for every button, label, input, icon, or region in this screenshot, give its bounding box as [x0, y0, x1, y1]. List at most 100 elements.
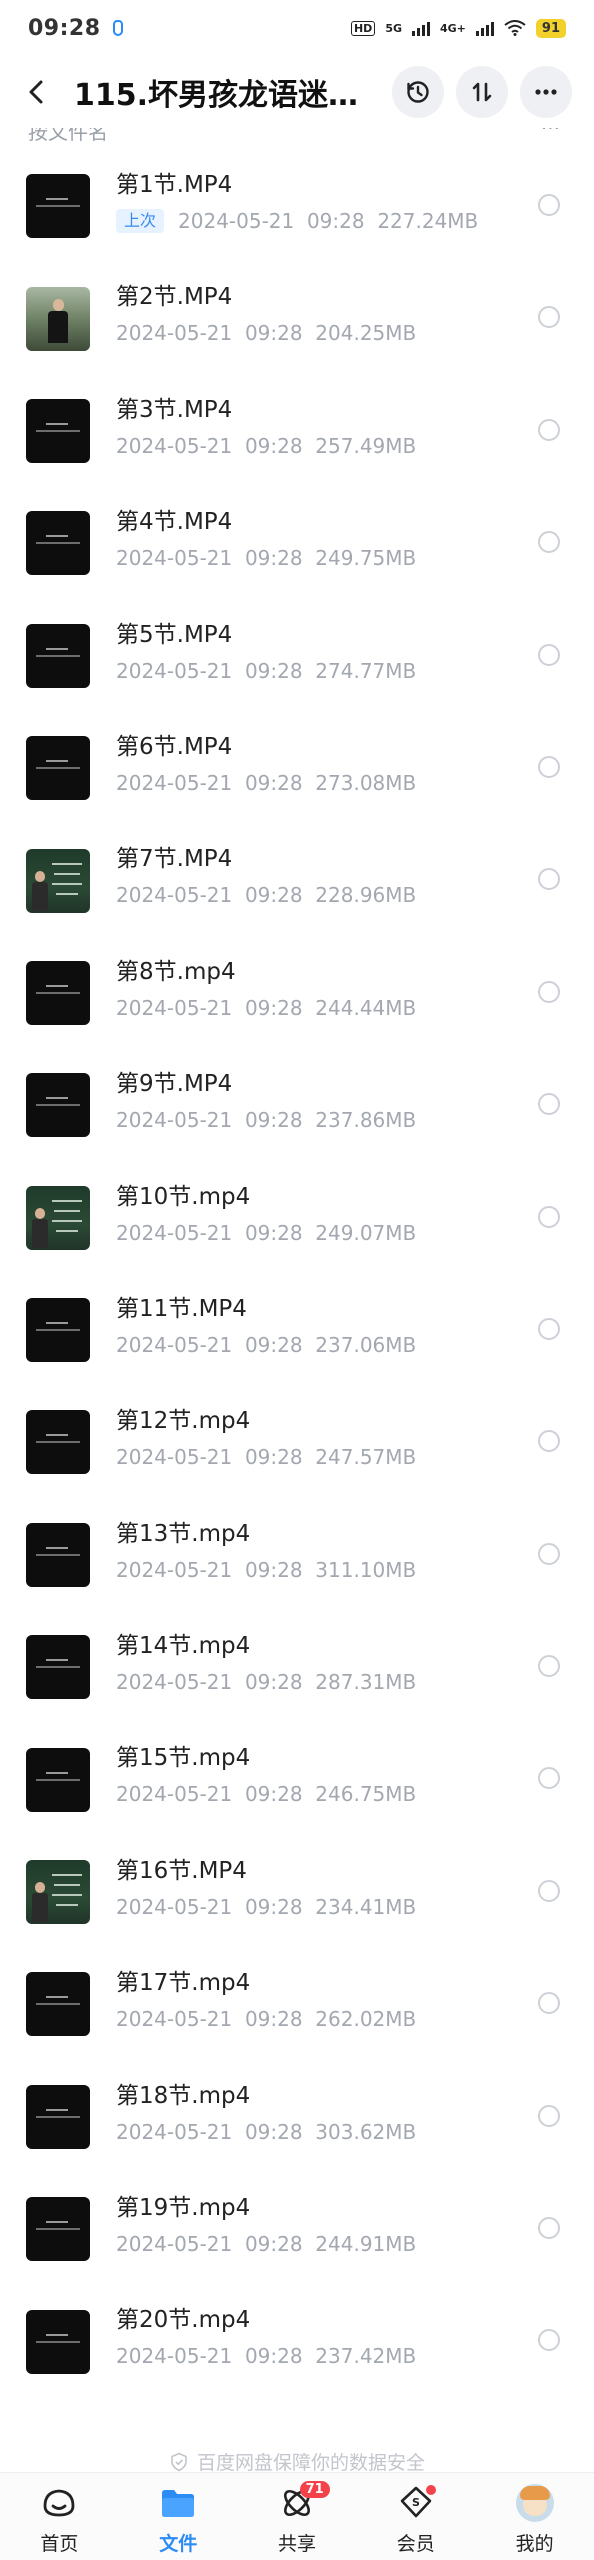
sort-bar[interactable]: 按文件名 ··· — [0, 128, 594, 150]
file-meta-text: 2024-05-21 09:28 257.49MB — [116, 433, 417, 458]
file-row[interactable]: 第10节.mp4 2024-05-21 09:28 249.07MB — [0, 1162, 594, 1274]
file-row[interactable]: 第19节.mp4 2024-05-21 09:28 244.91MB — [0, 2173, 594, 2285]
file-meta: 2024-05-21 09:28 311.10MB — [116, 1557, 416, 1583]
select-checkbox[interactable] — [538, 531, 560, 554]
select-checkbox[interactable] — [538, 194, 560, 216]
select-checkbox[interactable] — [538, 2217, 560, 2240]
file-row[interactable]: 第1节.MP4 上次 2024-05-21 09:28 227.24MB — [0, 150, 594, 262]
file-name: 第6节.MP4 — [116, 733, 233, 760]
status-bar: 09:28 HD 5G 4G+ 91 — [0, 0, 594, 56]
select-checkbox[interactable] — [538, 1542, 560, 1565]
tab-files-label: 文件 — [159, 2533, 198, 2555]
file-row[interactable]: 第5节.MP4 2024-05-21 09:28 274.77MB — [0, 600, 594, 712]
file-meta-text: 2024-05-21 09:28 244.91MB — [116, 2232, 417, 2257]
select-checkbox[interactable] — [538, 306, 560, 329]
status-right: HD 5G 4G+ 91 — [350, 18, 566, 38]
select-checkbox[interactable] — [538, 1430, 560, 1453]
file-meta-text: 2024-05-21 09:28 262.02MB — [116, 2007, 417, 2032]
file-name: 第1节.MP4 — [116, 172, 233, 198]
file-name: 第20节.mp4 — [116, 2307, 251, 2334]
history-button[interactable] — [392, 66, 444, 118]
select-checkbox[interactable] — [538, 1205, 560, 1228]
file-name: 第2节.MP4 — [116, 284, 233, 311]
file-info: 第6节.MP4 2024-05-21 09:28 273.08MB — [116, 732, 416, 796]
video-thumbnail — [26, 848, 90, 913]
file-row[interactable]: 第18节.mp4 2024-05-21 09:28 303.62MB — [0, 2061, 594, 2173]
file-info: 第13节.mp4 2024-05-21 09:28 311.10MB — [116, 1519, 416, 1583]
file-meta: 2024-05-21 09:28 228.96MB — [116, 882, 416, 908]
file-name: 第9节.MP4 — [116, 1071, 233, 1098]
file-row[interactable]: 第3节.MP4 2024-05-21 09:28 257.49MB — [0, 375, 594, 487]
select-checkbox[interactable] — [538, 1767, 560, 1790]
video-thumbnail — [26, 2309, 90, 2374]
select-checkbox[interactable] — [538, 2329, 560, 2352]
file-name: 第18节.mp4 — [116, 2082, 251, 2109]
share-badge: 71 — [299, 2481, 330, 2498]
file-row[interactable]: 第12节.mp4 2024-05-21 09:28 247.57MB — [0, 1386, 594, 1498]
select-checkbox[interactable] — [538, 1879, 560, 1902]
file-row[interactable]: 第7节.MP4 2024-05-21 09:28 228.96MB — [0, 824, 594, 936]
file-name: 第10节.mp4 — [116, 1183, 251, 1210]
home-icon — [39, 2483, 79, 2523]
file-meta-text: 2024-05-21 09:28 246.75MB — [116, 1782, 417, 1807]
select-checkbox[interactable] — [538, 1317, 560, 1340]
tab-share[interactable]: 71 共享 — [238, 2473, 357, 2560]
file-info: 第17节.mp4 2024-05-21 09:28 262.02MB — [116, 1968, 416, 2032]
select-checkbox[interactable] — [538, 1992, 560, 2015]
video-thumbnail — [26, 1073, 90, 1138]
file-row[interactable]: 第4节.MP4 2024-05-21 09:28 249.75MB — [0, 487, 594, 599]
sort-button[interactable] — [456, 66, 508, 118]
file-row[interactable]: 第16节.MP4 2024-05-21 09:28 234.41MB — [0, 1836, 594, 1948]
video-thumbnail — [26, 960, 90, 1025]
file-name: 第4节.MP4 — [116, 509, 233, 536]
folder-icon — [158, 2483, 198, 2523]
file-meta-text: 2024-05-21 09:28 228.96MB — [116, 883, 417, 908]
select-checkbox[interactable] — [538, 980, 560, 1003]
select-checkbox[interactable] — [538, 868, 560, 891]
file-meta: 2024-05-21 09:28 234.41MB — [116, 1894, 416, 1920]
select-checkbox[interactable] — [538, 643, 560, 666]
file-info: 第1节.MP4 上次 2024-05-21 09:28 227.24MB — [116, 170, 478, 234]
select-checkbox[interactable] — [538, 418, 560, 441]
tab-home[interactable]: 首页 — [0, 2473, 119, 2560]
file-meta: 2024-05-21 09:28 244.91MB — [116, 2231, 416, 2257]
video-thumbnail — [26, 1298, 90, 1363]
select-checkbox[interactable] — [538, 1655, 560, 1678]
file-name: 第17节.mp4 — [116, 1970, 251, 1997]
file-meta-text: 2024-05-21 09:28 237.06MB — [116, 1332, 417, 1357]
file-info: 第4节.MP4 2024-05-21 09:28 249.75MB — [116, 507, 416, 571]
tab-home-label: 首页 — [40, 2533, 79, 2555]
file-row[interactable]: 第6节.MP4 2024-05-21 09:28 273.08MB — [0, 712, 594, 824]
video-thumbnail — [26, 623, 90, 688]
file-meta-text: 2024-05-21 09:28 237.86MB — [116, 1108, 417, 1133]
file-name: 第19节.mp4 — [116, 2195, 251, 2222]
video-thumbnail — [26, 736, 90, 801]
back-button[interactable] — [0, 56, 74, 128]
file-meta-text: 2024-05-21 09:28 227.24MB — [178, 209, 479, 233]
tab-vip[interactable]: S 会员 — [356, 2473, 475, 2560]
file-info: 第15节.mp4 2024-05-21 09:28 246.75MB — [116, 1743, 416, 1807]
file-meta-text: 2024-05-21 09:28 249.75MB — [116, 546, 417, 571]
file-row[interactable]: 第11节.MP4 2024-05-21 09:28 237.06MB — [0, 1274, 594, 1386]
tab-files[interactable]: 文件 — [119, 2473, 238, 2560]
file-name: 第3节.MP4 — [116, 396, 233, 423]
select-checkbox[interactable] — [538, 1093, 560, 1116]
file-info: 第12节.mp4 2024-05-21 09:28 247.57MB — [116, 1406, 416, 1470]
more-button[interactable] — [520, 66, 572, 118]
file-meta-text: 2024-05-21 09:28 303.62MB — [116, 2119, 417, 2144]
hd-icon: HD — [350, 20, 376, 36]
file-row[interactable]: 第2节.MP4 2024-05-21 09:28 204.25MB — [0, 262, 594, 374]
file-info: 第8节.mp4 2024-05-21 09:28 244.44MB — [116, 957, 416, 1021]
file-info: 第14节.mp4 2024-05-21 09:28 287.31MB — [116, 1631, 416, 1695]
file-row[interactable]: 第8节.mp4 2024-05-21 09:28 244.44MB — [0, 937, 594, 1049]
file-row[interactable]: 第20节.mp4 2024-05-21 09:28 237.42MB — [0, 2285, 594, 2397]
file-row[interactable]: 第15节.mp4 2024-05-21 09:28 246.75MB — [0, 1723, 594, 1835]
select-checkbox[interactable] — [538, 2104, 560, 2127]
file-row[interactable]: 第9节.MP4 2024-05-21 09:28 237.86MB — [0, 1049, 594, 1161]
select-checkbox[interactable] — [538, 755, 560, 778]
file-row[interactable]: 第17节.mp4 2024-05-21 09:28 262.02MB — [0, 1948, 594, 2060]
battery-indicator: 91 — [535, 18, 566, 38]
file-row[interactable]: 第13节.mp4 2024-05-21 09:28 311.10MB — [0, 1499, 594, 1611]
file-row[interactable]: 第14节.mp4 2024-05-21 09:28 287.31MB — [0, 1611, 594, 1723]
tab-mine[interactable]: 我的 — [475, 2473, 594, 2560]
